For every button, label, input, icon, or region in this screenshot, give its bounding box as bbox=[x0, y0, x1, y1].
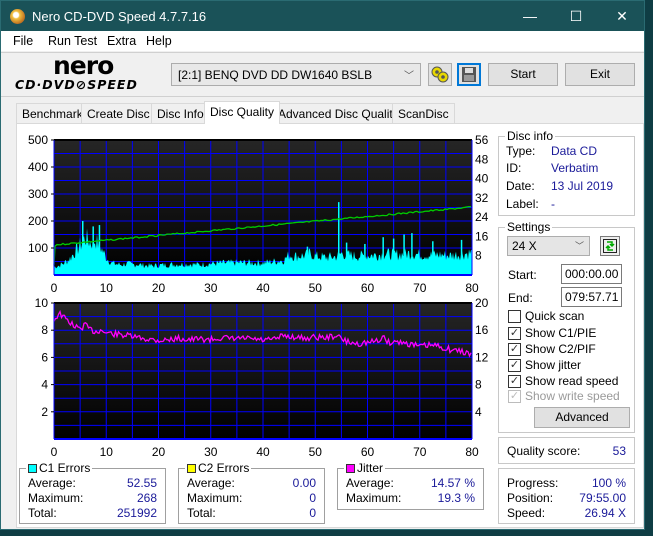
y2-tick-label: 20 bbox=[475, 296, 489, 310]
x-tick-label: 0 bbox=[51, 445, 58, 459]
jitter-group: Jitter Average: 14.57 % Maximum: 19.3 % bbox=[337, 461, 484, 510]
disc-label-label: Label: bbox=[506, 197, 539, 211]
c2-errors-group: C2 Errors Average: 0.00 Maximum: 0 Total… bbox=[178, 461, 325, 524]
c1-errors-group: C1 Errors Average: 52.55 Maximum: 268 To… bbox=[19, 461, 166, 524]
x-tick-label: 40 bbox=[256, 445, 270, 459]
disc-type-value: Data CD bbox=[551, 144, 598, 158]
jitter-average-label: Average: bbox=[346, 476, 394, 490]
c1-errors-title: C1 Errors bbox=[26, 461, 93, 475]
y-tick-label: 4 bbox=[41, 378, 48, 392]
checkmark-icon: ✓ bbox=[508, 327, 521, 340]
quality-score-value: 53 bbox=[612, 444, 626, 458]
x-tick-label: 30 bbox=[204, 445, 218, 459]
checkbox-box bbox=[508, 310, 521, 323]
x-tick-label: 50 bbox=[309, 445, 323, 459]
speed-value: 26.94 X bbox=[584, 506, 626, 520]
c2-errors-title: C2 Errors bbox=[185, 461, 252, 475]
speed-select[interactable]: 24 X ﹀ bbox=[507, 236, 590, 256]
disc-label-value: - bbox=[551, 197, 555, 211]
refresh-icon bbox=[603, 239, 617, 253]
progress-value: 100 % bbox=[591, 476, 626, 490]
jitter-chart: 0 10 20 30 40 50 60 70 80 2 4 6 8 10 4 8 12 16 20 bbox=[35, 296, 489, 459]
position-label: Position: bbox=[507, 491, 554, 505]
start-field[interactable]: 000:00.00 bbox=[561, 264, 622, 284]
checkmark-icon: ✓ bbox=[508, 343, 521, 356]
c2-total-value: 0 bbox=[309, 506, 316, 520]
y2-tick-label: 12 bbox=[475, 350, 489, 364]
disc-info-title: Disc info bbox=[505, 129, 556, 143]
exit-button[interactable]: Exit bbox=[565, 63, 635, 86]
c1-title-text: C1 Errors bbox=[39, 461, 91, 475]
jitter-title: Jitter bbox=[344, 461, 386, 475]
y-tick-label: 2 bbox=[41, 405, 48, 419]
end-label: End: bbox=[508, 291, 533, 305]
c1-average-label: Average: bbox=[28, 476, 76, 490]
jitter-maximum-label: Maximum: bbox=[346, 491, 402, 505]
y2-tick-label: 16 bbox=[475, 323, 489, 337]
x-tick-label: 10 bbox=[100, 445, 114, 459]
c2-total-label: Total: bbox=[187, 506, 216, 520]
show-read-speed-label: Show read speed bbox=[525, 374, 619, 388]
checkmark-icon: ✓ bbox=[508, 375, 521, 388]
x-tick-label: 80 bbox=[465, 445, 479, 459]
minimize-button[interactable]: — bbox=[507, 1, 553, 31]
checkmark-icon: ✓ bbox=[508, 390, 521, 403]
quick-scan-label: Quick scan bbox=[525, 309, 585, 323]
show-c1-pie-label: Show C1/PIE bbox=[525, 326, 597, 340]
position-value: 79:55.00 bbox=[579, 491, 626, 505]
disc-quality-panel: 0 10 20 30 40 50 60 70 80 100 200 300 400 500 8 16 24 32 4… bbox=[16, 123, 644, 528]
c1-maximum-label: Maximum: bbox=[28, 491, 84, 505]
y-tick-label: 10 bbox=[35, 296, 49, 310]
x-tick-label: 60 bbox=[361, 445, 375, 459]
quality-score-label: Quality score: bbox=[507, 444, 581, 458]
app-window: Nero CD-DVD Speed 4.7.7.16 — ☐ ✕ File Ru… bbox=[0, 0, 645, 530]
advanced-button[interactable]: Advanced bbox=[534, 407, 630, 428]
jitter-average-value: 14.57 % bbox=[430, 476, 475, 490]
c2-maximum-value: 0 bbox=[309, 491, 316, 505]
c2-title-text: C2 Errors bbox=[198, 461, 250, 475]
c1-maximum-value: 268 bbox=[136, 491, 157, 505]
c1-total-label: Total: bbox=[28, 506, 57, 520]
tab-disc-quality[interactable]: Disc Quality bbox=[204, 101, 281, 124]
disc-id-label: ID: bbox=[506, 161, 522, 175]
speed-label: Speed: bbox=[507, 506, 546, 520]
y-tick-label: 6 bbox=[41, 350, 48, 364]
disc-date-value: 13 Jul 2019 bbox=[551, 179, 614, 193]
speed-select-value: 24 X bbox=[512, 239, 537, 253]
close-button[interactable]: ✕ bbox=[599, 1, 645, 31]
disc-date-label: Date: bbox=[506, 179, 535, 193]
c2-maximum-label: Maximum: bbox=[187, 491, 243, 505]
settings-group: Settings 24 X ﹀ Start: 000:00.00 End: 07… bbox=[498, 220, 635, 433]
c1-average-value: 52.55 bbox=[126, 476, 157, 490]
settings-title: Settings bbox=[505, 220, 553, 234]
jitter-title-text: Jitter bbox=[357, 461, 384, 475]
disc-id-value: Verbatim bbox=[551, 161, 599, 175]
c2-color-swatch bbox=[187, 464, 196, 473]
end-field[interactable]: 079:57.71 bbox=[561, 287, 622, 307]
show-c2-pif-label: Show C2/PIF bbox=[525, 342, 596, 356]
progress-group: Progress: 100 % Position: 79:55.00 Speed… bbox=[498, 468, 635, 524]
show-write-speed-label: Show write speed bbox=[525, 389, 620, 403]
refresh-speed-button[interactable] bbox=[600, 236, 620, 256]
maximize-button[interactable]: ☐ bbox=[553, 1, 599, 31]
chevron-down-icon: ﹀ bbox=[574, 241, 584, 251]
jitter-maximum-value: 19.3 % bbox=[437, 491, 475, 505]
x-tick-label: 20 bbox=[152, 445, 166, 459]
progress-label: Progress: bbox=[507, 476, 559, 490]
c2-average-value: 0.00 bbox=[292, 476, 316, 490]
y2-tick-label: 8 bbox=[475, 378, 482, 392]
y2-tick-label: 4 bbox=[475, 405, 482, 419]
c1-total-value: 251992 bbox=[116, 506, 157, 520]
disc-info-group: Disc info Type: Data CD ID: Verbatim Dat… bbox=[498, 129, 635, 216]
disc-type-label: Type: bbox=[506, 144, 536, 158]
c1-color-swatch bbox=[28, 464, 37, 473]
start-label: Start: bbox=[508, 268, 537, 282]
show-jitter-label: Show jitter bbox=[525, 358, 582, 372]
quality-score-group: Quality score: 53 bbox=[498, 437, 635, 464]
checkmark-icon: ✓ bbox=[508, 359, 521, 372]
x-tick-label: 70 bbox=[413, 445, 427, 459]
y-tick-label: 8 bbox=[41, 323, 48, 337]
jitter-color-swatch bbox=[346, 464, 355, 473]
c2-average-label: Average: bbox=[187, 476, 235, 490]
